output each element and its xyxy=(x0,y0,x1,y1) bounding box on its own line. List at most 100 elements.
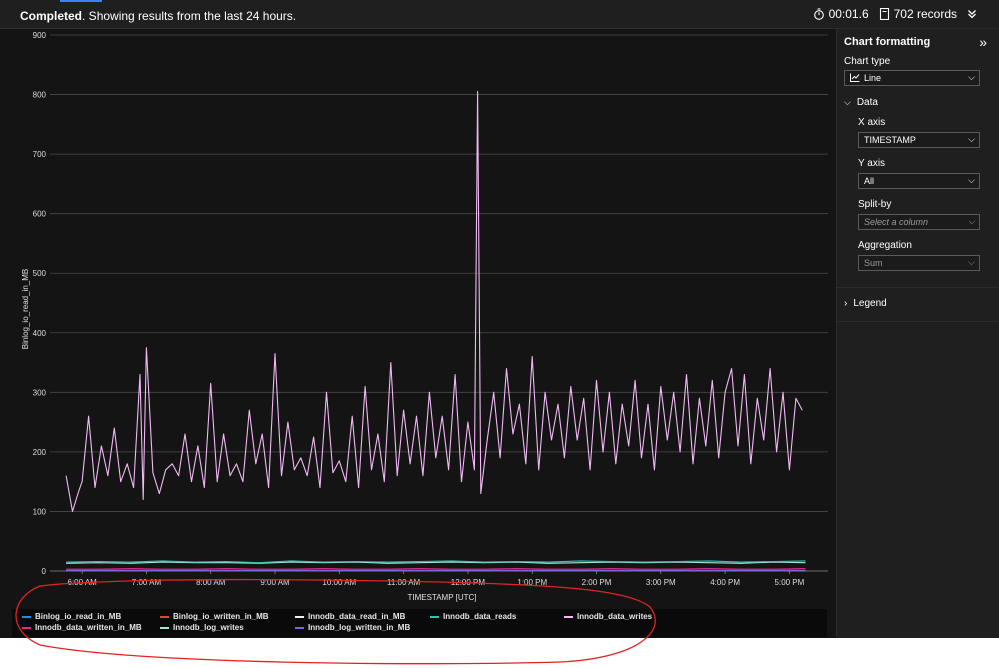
split-by-label: Split-by xyxy=(858,199,892,210)
legend-swatch xyxy=(430,615,439,618)
split-by-select[interactable]: Select a column ⌵ xyxy=(858,214,980,230)
legend-label: Innodb_data_written_in_MB xyxy=(35,623,142,632)
x-tick-label: 8:00 AM xyxy=(196,578,226,587)
aggregation-value: Sum xyxy=(864,258,883,268)
y-tick-label: 800 xyxy=(33,91,47,100)
y-tick-label: 100 xyxy=(33,507,47,516)
y-tick-label: 400 xyxy=(33,329,47,338)
y-tick-label: 700 xyxy=(33,150,47,159)
status-message: . Showing results from the last 24 hours… xyxy=(82,9,297,23)
legend-item[interactable]: Binlog_io_written_in_MB xyxy=(160,612,269,621)
aggregation-select[interactable]: Sum ⌵ xyxy=(858,255,980,271)
series-line-Innodb_data_writes xyxy=(65,91,803,512)
y-axis-select[interactable]: All ⌵ xyxy=(858,173,980,189)
y-tick-label: 0 xyxy=(42,567,47,576)
stopwatch-icon xyxy=(813,8,824,20)
x-tick-label: 12:00 PM xyxy=(451,578,486,587)
chart-type-select[interactable]: Line ⌵ xyxy=(844,70,980,86)
results-status-bar: Completed. Showing results from the last… xyxy=(0,0,999,29)
legend-swatch xyxy=(295,626,304,629)
chevron-down-icon: ⌵ xyxy=(844,97,851,107)
x-tick-label: 5:00 PM xyxy=(775,578,805,587)
duration-value: 00:01.6 xyxy=(828,7,869,21)
x-tick-label: 9:00 AM xyxy=(260,578,290,587)
legend-item[interactable]: Innodb_log_written_in_MB xyxy=(295,623,410,632)
x-tick-label: 1:00 PM xyxy=(517,578,547,587)
document-icon xyxy=(879,8,889,20)
split-by-placeholder: Select a column xyxy=(864,217,929,227)
chart-type-label: Chart type xyxy=(844,56,891,67)
y-axis-value: All xyxy=(864,176,875,186)
line-chart: 0 100 200 300 400 500 600 700 800 900 6:00 AM 7:00 … xyxy=(21,31,828,602)
expand-results-button[interactable] xyxy=(967,9,977,19)
chart-legend: Binlog_io_read_in_MB Binlog_io_written_in… xyxy=(12,609,827,637)
y-axis-label: Y axis xyxy=(858,158,886,169)
x-axis-label: X axis xyxy=(858,117,886,128)
chart-area: 0 100 200 300 400 500 600 700 800 900 6:00 AM 7:00 … xyxy=(0,29,836,638)
legend-label: Innodb_data_writes xyxy=(577,612,653,621)
series-line-Innodb_log_writes xyxy=(66,561,806,564)
chevron-down-icon: ⌵ xyxy=(968,72,975,82)
panel-divider xyxy=(837,287,999,288)
collapse-panel-button[interactable]: » xyxy=(979,34,987,50)
legend-swatch xyxy=(22,626,31,629)
legend-label: Innodb_data_read_in_MB xyxy=(308,612,406,621)
legend-label: Innodb_data_reads xyxy=(443,612,517,621)
x-axis-value: TIMESTAMP xyxy=(864,135,916,145)
legend-swatch xyxy=(564,615,573,618)
data-section-toggle[interactable]: ⌵ Data xyxy=(844,97,878,108)
legend-label: Innodb_log_writes xyxy=(173,623,244,632)
legend-swatch xyxy=(160,626,169,629)
chevron-down-icon: ⌵ xyxy=(968,134,975,144)
page-background xyxy=(0,638,999,668)
line-chart-icon xyxy=(850,73,860,82)
y-tick-label: 200 xyxy=(33,448,47,457)
y-tick-label: 600 xyxy=(33,210,47,219)
chevron-down-icon: ⌵ xyxy=(968,175,975,185)
legend-item[interactable]: Innodb_data_written_in_MB xyxy=(22,623,142,632)
chevron-right-icon: › xyxy=(844,298,848,309)
y-axis-title: Binlog_io_read_in_MB xyxy=(21,269,30,350)
x-axis-title: TIMESTAMP [UTC] xyxy=(407,593,476,602)
legend-swatch xyxy=(295,615,304,618)
legend-item[interactable]: Binlog_io_read_in_MB xyxy=(22,612,121,621)
legend-item[interactable]: Innodb_data_reads xyxy=(430,612,516,621)
status-completed: Completed xyxy=(20,9,83,23)
query-status: Completed. Showing results from the last… xyxy=(20,9,296,23)
aggregation-label: Aggregation xyxy=(858,240,912,251)
x-tick-label: 4:00 PM xyxy=(710,578,740,587)
legend-item[interactable]: Innodb_log_writes xyxy=(160,623,244,632)
x-tick-label: 2:00 PM xyxy=(582,578,612,587)
panel-title: Chart formatting xyxy=(844,36,931,48)
legend-item[interactable]: Innodb_data_writes xyxy=(564,612,652,621)
y-tick-label: 300 xyxy=(33,388,47,397)
chart-formatting-panel: Chart formatting » Chart type Line ⌵ ⌵ D… xyxy=(836,29,999,638)
x-tick-label: 7:00 AM xyxy=(132,578,162,587)
series-line-Innodb_data_written_in_MB xyxy=(66,568,806,570)
legend-section-toggle[interactable]: › Legend xyxy=(844,298,887,309)
chevron-down-icon: ⌵ xyxy=(968,257,975,267)
legend-swatch xyxy=(22,615,31,618)
panel-divider xyxy=(837,321,999,322)
legend-section-label: Legend xyxy=(853,298,887,309)
x-tick-label: 3:00 PM xyxy=(646,578,676,587)
legend-label: Binlog_io_written_in_MB xyxy=(173,612,269,621)
x-axis-select[interactable]: TIMESTAMP ⌵ xyxy=(858,132,980,148)
legend-swatch xyxy=(160,615,169,618)
legend-label: Binlog_io_read_in_MB xyxy=(35,612,122,621)
x-tick-label: 6:00 AM xyxy=(67,578,97,587)
records-value: 702 records xyxy=(893,7,957,21)
chevron-down-icon: ⌵ xyxy=(968,216,975,226)
legend-label: Innodb_log_written_in_MB xyxy=(308,623,411,632)
legend-item[interactable]: Innodb_data_read_in_MB xyxy=(295,612,405,621)
data-section-label: Data xyxy=(856,97,878,108)
chart-type-value: Line xyxy=(864,73,882,83)
x-tick-label: 11:00 AM xyxy=(387,578,421,587)
y-tick-label: 900 xyxy=(33,31,47,40)
x-tick-label: 10:00 AM xyxy=(322,578,356,587)
y-tick-label: 500 xyxy=(33,269,47,278)
record-count: 702 records xyxy=(879,7,957,21)
double-chevron-down-icon xyxy=(968,10,976,19)
query-duration: 00:01.6 xyxy=(813,7,869,21)
active-tab-indicator xyxy=(60,0,102,2)
